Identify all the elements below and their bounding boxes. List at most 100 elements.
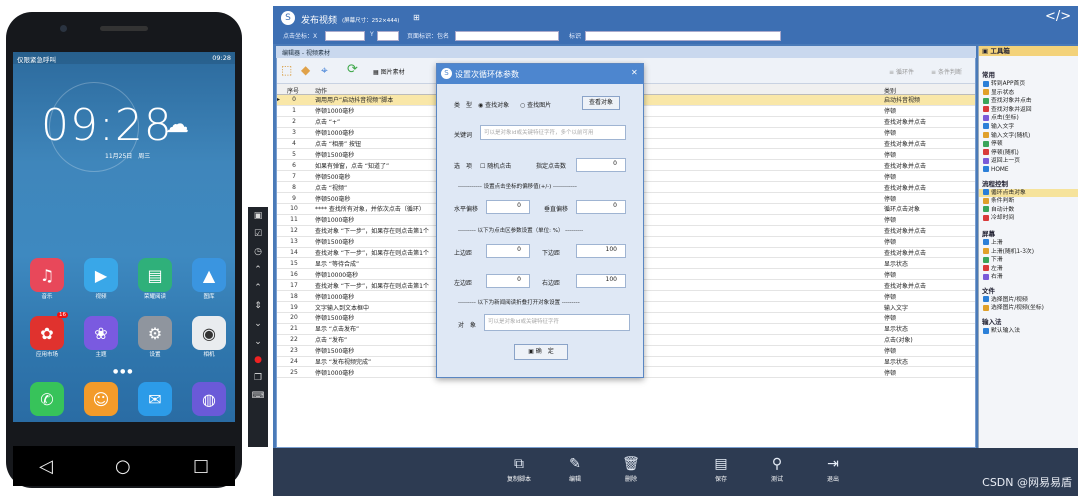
toolbox-item[interactable]: 查找对象并点击 <box>979 97 1078 106</box>
double-down-icon[interactable]: ⌄ <box>248 333 268 351</box>
nav-recent-icon[interactable]: □ <box>193 456 209 476</box>
toolbox-item[interactable]: 点击(坐标) <box>979 114 1078 123</box>
app-music[interactable]: ♫ 音乐 <box>25 258 69 300</box>
ok-button[interactable]: ▣ 确 定 <box>514 344 568 360</box>
toolbox-item[interactable]: 转到APP首页 <box>979 80 1078 89</box>
app-theme[interactable]: ❀ 主题 <box>79 316 123 358</box>
toolbox-item[interactable]: 查找对象并返回 <box>979 106 1078 115</box>
app-settings[interactable]: ⚙ 设置 <box>133 316 177 358</box>
app-gallery[interactable]: ▲ 图库 <box>187 258 231 300</box>
condition-button[interactable]: ≡ 条件判断 <box>931 67 962 76</box>
keyboard-icon[interactable]: ⌨ <box>248 387 268 405</box>
left-margin-spinner[interactable]: 0 <box>486 274 530 288</box>
close-icon[interactable]: ✕ <box>631 68 638 77</box>
copy-icon[interactable]: ❐ <box>248 369 268 387</box>
app-label: 音乐 <box>41 294 53 300</box>
cursor-icon[interactable]: ⌖ <box>321 63 328 78</box>
code-icon[interactable]: </> <box>1045 9 1071 24</box>
mark-input[interactable] <box>585 31 781 41</box>
row-action: 显示 “点击发布” <box>315 326 360 334</box>
eraser-icon[interactable]: ◆ <box>301 63 310 77</box>
section-common[interactable]: 常用 <box>979 70 1078 80</box>
toolbox-item[interactable]: 显示状态 <box>979 89 1078 98</box>
loop-button[interactable]: ≡ 循环件 <box>889 67 914 76</box>
app-store[interactable]: ✿ 16 应用市场 <box>25 312 69 358</box>
record-icon[interactable]: ● <box>248 351 268 369</box>
exit-button[interactable]: ⇥ 退出 <box>813 456 853 483</box>
toolbox-item[interactable]: 自动计数 <box>979 206 1078 215</box>
section-flow[interactable]: 流程控制 <box>979 179 1078 189</box>
left-margin-value: 0 <box>517 276 521 283</box>
messages-icon[interactable]: ✉ <box>138 382 172 416</box>
clock-icon[interactable]: ◷ <box>248 243 268 261</box>
up-icon[interactable]: ⌃ <box>248 261 268 279</box>
radio-find-image[interactable]: ○ 查找图片 <box>520 100 551 109</box>
phone-call-icon[interactable]: ✆ <box>30 382 64 416</box>
delete-button[interactable]: 🗑 删除 <box>611 456 651 483</box>
edit-button[interactable]: ✎ 编辑 <box>555 456 595 483</box>
nav-back-icon[interactable]: ◁ <box>39 456 53 477</box>
fixed-count-spinner[interactable]: 0 <box>576 158 626 172</box>
toolbox-item[interactable]: 返回上一页 <box>979 157 1078 166</box>
test-button[interactable]: ⚲ 测试 <box>757 456 797 483</box>
toolbox-item[interactable]: 上滑(随机1-3次) <box>979 248 1078 257</box>
edit-label: 编辑 <box>568 476 581 483</box>
row-action: 查找对象 “下一步”，如果存在则点击第1个 <box>315 250 429 258</box>
h-offset-spinner[interactable]: 0 <box>486 200 530 214</box>
screenshot-icon[interactable]: ▣ <box>248 207 268 225</box>
toolbox-item[interactable]: 输入文字(随机) <box>979 132 1078 141</box>
bottom-margin-spinner[interactable]: 100 <box>576 244 626 258</box>
section-screen[interactable]: 屏幕 <box>979 229 1078 239</box>
radio-find-object[interactable]: ◉ 查找对象 <box>478 100 509 109</box>
coord-x-input[interactable] <box>325 31 365 41</box>
app-camera[interactable]: ◉ 相机 <box>187 316 231 358</box>
page-id-input[interactable] <box>455 31 559 41</box>
down-icon[interactable]: ⌄ <box>248 315 268 333</box>
toolbox-item[interactable]: 上滑 <box>979 239 1078 248</box>
v-offset-spinner[interactable]: 0 <box>576 200 626 214</box>
refresh-icon[interactable]: ⟳ <box>347 62 358 77</box>
bottom-margin-value: 100 <box>605 246 617 253</box>
toolbox-item[interactable]: 默认输入法 <box>979 327 1078 336</box>
toolbox-item[interactable]: 选择图片/视频(坐标) <box>979 304 1078 313</box>
app-reader[interactable]: ▤ 荣耀阅读 <box>133 258 177 300</box>
toolbox-item[interactable]: 条件判断 <box>979 197 1078 206</box>
app-video[interactable]: ▶ 视频 <box>79 258 123 300</box>
toolbox-item[interactable]: 停顿(随机) <box>979 149 1078 158</box>
col-action-header[interactable]: 动作 <box>315 86 327 95</box>
random-click-checkbox[interactable]: ☐ 随机点击 <box>480 161 511 170</box>
toolbox-item[interactable]: 循环点击对象 <box>979 188 1078 198</box>
browser-icon[interactable]: ◍ <box>192 382 226 416</box>
toolbox-item[interactable]: 选择图片/视频 <box>979 296 1078 305</box>
copy-script-button[interactable]: ⧉ 复制脚本 <box>499 456 539 483</box>
view-object-button[interactable]: 查看对象 <box>582 96 620 110</box>
contacts-icon[interactable]: ☺ <box>84 382 118 416</box>
flow-tools: 循环点击对象 条件判断 自动计数 冷却时间 <box>979 188 1078 223</box>
nav-home-icon[interactable]: ○ <box>115 456 131 477</box>
top-margin-spinner[interactable]: 0 <box>486 244 530 258</box>
save-button[interactable]: ▤ 保存 <box>701 456 741 483</box>
section-input[interactable]: 输入法 <box>979 317 1078 327</box>
section-file[interactable]: 文件 <box>979 286 1078 296</box>
col-no-header[interactable]: 序号 <box>287 86 299 95</box>
updown-icon[interactable]: ⇕ <box>248 297 268 315</box>
object-input[interactable]: 可以是对象id或关键特征字符 <box>484 314 630 331</box>
folder-icon[interactable]: ⬚ <box>281 63 292 77</box>
keyword-input[interactable]: 可以是对象id或关键特征字符，多个以前可用 <box>480 125 626 140</box>
toolbox-item[interactable]: 下滑 <box>979 256 1078 265</box>
col-type-header[interactable]: 类别 <box>884 86 896 95</box>
image-material-button[interactable]: ▦ 图片素材 <box>373 67 405 76</box>
double-up-icon[interactable]: ⌃ <box>248 279 268 297</box>
phone-screen[interactable]: 仅限紧急呼叫 09:28 09:28 11月25日 周三 ☁ ♫ 音乐 ▶ 视频 ▤… <box>13 52 235 422</box>
device-icon[interactable]: ⊞ <box>413 13 420 22</box>
right-margin-spinner[interactable]: 100 <box>576 274 626 288</box>
test-label: 测试 <box>770 476 783 483</box>
checkbox-icon[interactable]: ☑ <box>248 225 268 243</box>
coord-y-input[interactable] <box>377 31 399 41</box>
toolbox-item[interactable]: 左滑 <box>979 265 1078 274</box>
toolbox-item[interactable]: 冷却时间 <box>979 214 1078 223</box>
toolbox-item[interactable]: 右滑 <box>979 273 1078 282</box>
toolbox-item[interactable]: 输入文字 <box>979 123 1078 132</box>
toolbox-item[interactable]: 停顿 <box>979 140 1078 149</box>
toolbox-item[interactable]: HOME <box>979 166 1078 175</box>
